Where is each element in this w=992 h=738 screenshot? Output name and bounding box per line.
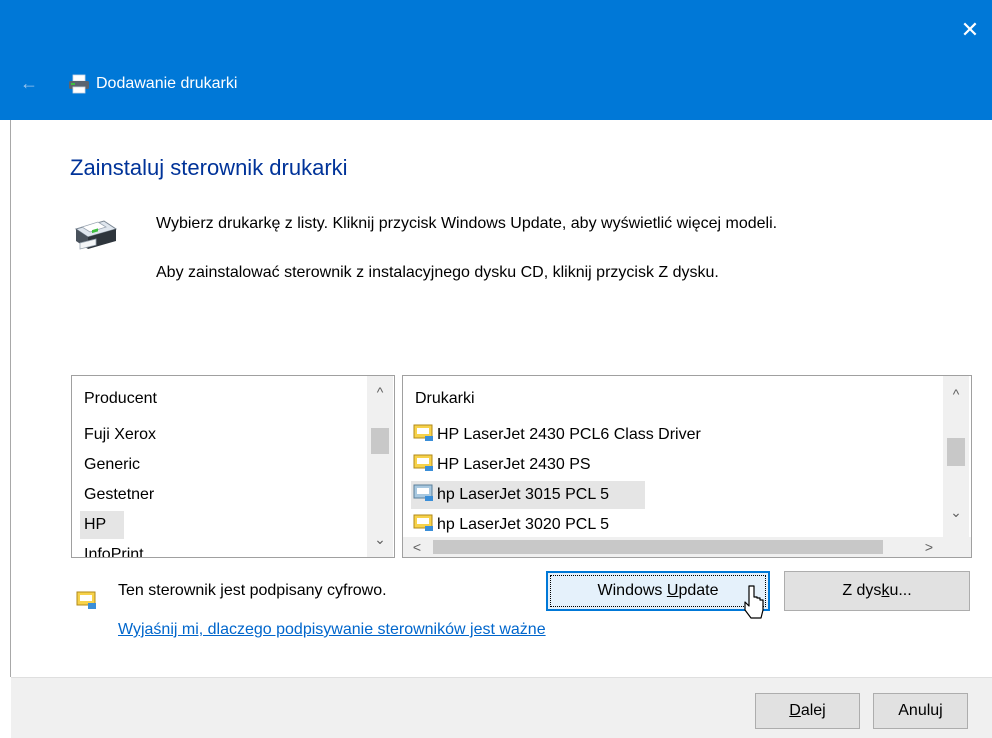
list-item-label: hp LaserJet 3015 PCL 5 <box>437 486 609 503</box>
scroll-thumb[interactable] <box>371 428 389 454</box>
signed-driver-icon <box>76 591 96 609</box>
list-item-label: hp LaserJet 3020 PCL 5 <box>437 516 609 533</box>
driver-icon <box>413 484 433 501</box>
driver-icon <box>413 454 433 471</box>
printer-icon <box>69 74 89 94</box>
list-item[interactable]: hp LaserJet 3020 PCL 5 <box>413 514 609 535</box>
description-line-2: Aby zainstalować sterownik z instalacyjn… <box>156 264 719 281</box>
windows-update-button[interactable]: Windows Update <box>546 571 770 611</box>
list-item[interactable]: InfoPrint <box>84 545 144 557</box>
driver-icon <box>413 514 433 531</box>
printer-horizontal-scrollbar[interactable]: < > <box>403 537 971 557</box>
printer-list-header: Drukarki <box>415 390 475 407</box>
signature-status-text: Ten sterownik jest podpisany cyfrowo. <box>118 582 387 599</box>
list-item[interactable]: HP LaserJet 2430 PS <box>413 454 591 475</box>
list-item[interactable]: Generic <box>84 455 140 475</box>
back-arrow-icon[interactable]: ← <box>20 73 38 93</box>
scroll-right-icon[interactable]: > <box>919 537 939 557</box>
printer-vertical-scrollbar[interactable]: ^ ⌄ <box>943 376 969 537</box>
scroll-up-icon[interactable]: ^ <box>370 382 390 402</box>
scroll-up-icon[interactable]: ^ <box>946 384 966 404</box>
manufacturer-list[interactable]: Producent Fuji Xerox Generic Gestetner H… <box>71 375 395 558</box>
title-bar <box>0 0 992 120</box>
list-item-label: HP LaserJet 2430 PS <box>437 456 591 473</box>
scroll-down-icon[interactable]: ⌄ <box>946 502 966 522</box>
scroll-thumb[interactable] <box>947 438 965 466</box>
list-item[interactable]: Fuji Xerox <box>84 425 156 445</box>
description-line-1: Wybierz drukarkę z listy. Kliknij przyci… <box>156 215 778 232</box>
windows-update-label: Windows Update <box>597 582 719 599</box>
window-title: Dodawanie drukarki <box>96 75 238 92</box>
list-item-label: HP LaserJet 2430 PCL6 Class Driver <box>437 426 701 443</box>
list-item[interactable]: HP LaserJet 2430 PCL6 Class Driver <box>413 424 701 445</box>
list-item-selected[interactable]: hp LaserJet 3015 PCL 5 <box>411 481 645 509</box>
driver-icon <box>413 424 433 441</box>
driver-signing-help-link[interactable]: Wyjaśnij mi, dlaczego podpisywanie stero… <box>118 620 546 640</box>
cancel-label: Anuluj <box>898 702 943 719</box>
page-title: Zainstaluj sterownik drukarki <box>70 155 348 180</box>
scroll-left-icon[interactable]: < <box>407 537 427 557</box>
mouse-cursor-icon <box>744 585 764 619</box>
list-item-selected[interactable]: HP <box>80 511 124 539</box>
scroll-thumb[interactable] <box>433 540 883 554</box>
have-disk-button[interactable]: Z dysku... <box>784 571 970 611</box>
next-label: Dalej <box>789 702 826 719</box>
close-icon[interactable]: ✕ <box>956 16 984 44</box>
manufacturer-list-header: Producent <box>84 390 157 407</box>
list-item[interactable]: Gestetner <box>84 485 154 505</box>
printer-icon-large <box>74 220 118 250</box>
scroll-down-icon[interactable]: ⌄ <box>370 529 390 549</box>
cancel-button[interactable]: Anuluj <box>873 693 968 729</box>
manufacturer-vertical-scrollbar[interactable]: ^ ⌄ <box>367 376 393 557</box>
printer-model-list[interactable]: Drukarki HP LaserJet 2430 PCL6 Class Dri… <box>402 375 972 558</box>
have-disk-label: Z dysku... <box>842 582 912 599</box>
next-button[interactable]: Dalej <box>755 693 860 729</box>
